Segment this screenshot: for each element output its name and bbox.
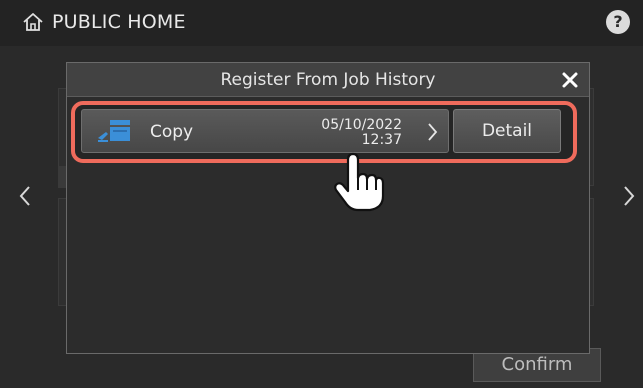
detail-button[interactable]: Detail: [453, 109, 561, 153]
job-time: 12:37: [361, 132, 402, 148]
top-bar: PUBLIC HOME ?: [0, 0, 643, 46]
help-icon[interactable]: ?: [606, 10, 630, 34]
chevron-right-icon[interactable]: [620, 184, 638, 208]
home-icon: [23, 13, 43, 31]
dialog-title: Register From Job History: [220, 70, 436, 90]
copy-icon: [98, 120, 130, 142]
chevron-right-icon: [428, 123, 438, 141]
hand-pointer-icon: [334, 152, 385, 212]
job-history-item[interactable]: Copy 05/10/2022 12:37: [81, 109, 449, 153]
home-link[interactable]: PUBLIC HOME: [22, 11, 186, 33]
chevron-left-icon[interactable]: [16, 184, 34, 208]
dialog-header: Register From Job History: [67, 63, 589, 97]
register-from-job-history-dialog: Register From Job History Copy 05/10/202…: [66, 62, 590, 354]
screen: PUBLIC HOME ? Confirm Register From Job …: [0, 0, 643, 388]
page-title: PUBLIC HOME: [52, 11, 186, 33]
job-type: Copy: [150, 122, 194, 142]
close-icon[interactable]: [561, 71, 579, 89]
job-date: 05/10/2022: [321, 117, 402, 133]
